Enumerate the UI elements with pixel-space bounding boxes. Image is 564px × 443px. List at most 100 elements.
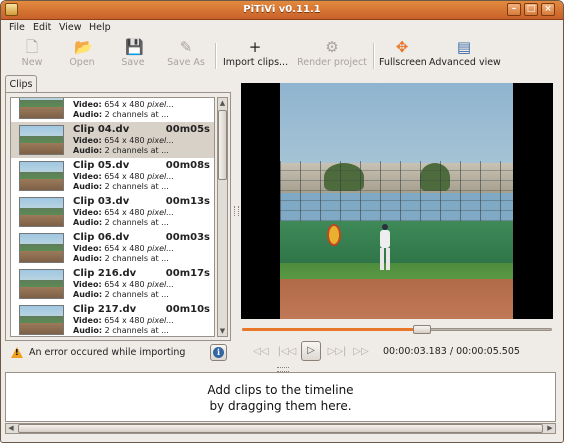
list-item[interactable]: Video: 654 x 480 pixel... Audio: 2 chann… <box>11 98 214 122</box>
video-grass <box>280 263 513 279</box>
save-button[interactable]: 💾 Save <box>117 39 149 71</box>
clip-audio-info: Audio: 2 channels at ... <box>73 146 169 155</box>
render-reel-icon: ⚙ <box>325 38 339 56</box>
clip-video-info: Video: 654 x 480 pixel... <box>73 136 174 145</box>
clip-duration: 00m17s <box>165 268 210 279</box>
seek-progress <box>242 328 422 331</box>
video-wall-sign <box>327 224 341 246</box>
clip-video-info: Video: 654 x 480 pixel... <box>73 208 174 217</box>
timeline-drop-area[interactable]: Add clips to the timeline by dragging th… <box>5 372 556 422</box>
clip-list-scrollbar[interactable]: ▲ ▼ <box>217 97 228 337</box>
clip-library-panel: Video: 654 x 480 pixel... Audio: 2 chann… <box>5 92 231 341</box>
open-button[interactable]: 📂 Open <box>65 39 99 71</box>
clip-video-info: Video: 654 x 480 pixel... <box>73 100 174 109</box>
video-baseball-player <box>378 224 392 270</box>
render-project-button[interactable]: ⚙ Render project <box>297 39 367 71</box>
floppy-disk-icon: 💾 <box>125 38 144 56</box>
toolbar: 🗋 New 📂 Open 💾 Save ✎ Save As + Import c… <box>1 37 563 73</box>
seek-forward-button[interactable]: ▷▷ <box>351 343 371 361</box>
scrollbar-thumb[interactable] <box>218 110 227 180</box>
skip-back-icon: |◁◁ <box>277 346 297 357</box>
list-item[interactable]: Clip 06.dv 00m03s Video: 654 x 480 pixel… <box>11 230 214 266</box>
play-icon: ▷ <box>307 345 315 356</box>
clip-audio-info: Audio: 2 channels at ... <box>73 110 169 119</box>
timeline-scrollbar[interactable]: ◀ ▶ <box>5 423 556 434</box>
clip-audio-info: Audio: 2 channels at ... <box>73 182 169 191</box>
save-as-button[interactable]: ✎ Save As <box>164 39 208 71</box>
clip-thumbnail <box>19 233 64 263</box>
clip-thumbnail <box>19 269 64 299</box>
video-outfield-wall <box>280 221 513 263</box>
title-bar[interactable]: PiTiVi v0.11.1 – □ × <box>1 1 563 20</box>
fullscreen-button[interactable]: ✥ Fullscreen <box>379 39 427 71</box>
timeline-scrollbar-thumb[interactable] <box>18 424 543 433</box>
clip-audio-info: Audio: 2 channels at ... <box>73 218 169 227</box>
scroll-left-icon[interactable]: ◀ <box>6 424 16 433</box>
error-info-button[interactable]: i <box>210 344 227 361</box>
clip-list[interactable]: Video: 654 x 480 pixel... Audio: 2 chann… <box>10 97 215 337</box>
scroll-up-icon[interactable]: ▲ <box>218 98 227 108</box>
clip-name: Clip 217.dv <box>73 304 137 315</box>
video-viewer <box>241 83 553 319</box>
pane-splitter-handle[interactable] <box>234 206 239 216</box>
timecode-display: 00:00:03.183 / 00:00:05.505 <box>383 346 520 357</box>
save-as-icon: ✎ <box>179 38 193 56</box>
toolbar-separator <box>215 43 217 69</box>
previous-frame-button[interactable]: |◁◁ <box>277 343 297 361</box>
clip-video-info: Video: 654 x 480 pixel... <box>73 316 174 325</box>
new-button[interactable]: 🗋 New <box>17 39 47 71</box>
tab-clips[interactable]: Clips <box>5 75 37 93</box>
menu-view[interactable]: View <box>59 22 82 33</box>
seek-handle[interactable] <box>412 325 431 334</box>
menu-help[interactable]: Help <box>89 22 111 33</box>
import-error-bar: ! An error occured while importing i <box>5 343 231 363</box>
list-item[interactable]: Clip 04.dv 00m05s Video: 654 x 480 pixel… <box>11 122 214 158</box>
clip-name: Clip 04.dv <box>73 124 130 135</box>
clip-duration: 00m08s <box>165 160 210 171</box>
scroll-down-icon[interactable]: ▼ <box>218 326 227 336</box>
new-project-icon: 🗋 <box>25 38 39 56</box>
current-position: 00:00:03.183 <box>383 346 447 357</box>
clip-thumbnail <box>19 161 64 191</box>
menu-edit[interactable]: Edit <box>33 22 51 33</box>
video-fence <box>280 161 513 221</box>
advanced-view-button[interactable]: ▤ Advanced view <box>429 38 501 71</box>
video-infield-dirt <box>280 279 513 319</box>
import-clips-button[interactable]: + Import clips... <box>223 38 288 71</box>
transport-controls: ◁◁ |◁◁ ▷ ▷▷| ▷▷ 00:00:03.183 / 00:00:05.… <box>251 341 561 363</box>
pitivi-window: PiTiVi v0.11.1 – □ × File Edit View Help… <box>0 0 564 443</box>
clip-name: Clip 06.dv <box>73 232 130 243</box>
clip-name: Clip 03.dv <box>73 196 130 207</box>
close-button[interactable]: × <box>541 3 555 16</box>
seek-backward-button[interactable]: ◁◁ <box>251 343 271 361</box>
list-item[interactable]: Clip 216.dv 00m17s Video: 654 x 480 pixe… <box>11 266 214 302</box>
seek-slider[interactable] <box>242 325 552 334</box>
toolbar-separator <box>373 43 375 69</box>
clip-audio-info: Audio: 2 channels at ... <box>73 326 169 335</box>
fast-forward-icon: ▷▷ <box>353 346 369 357</box>
clip-thumbnail <box>19 197 64 227</box>
menu-file[interactable]: File <box>9 22 25 33</box>
clip-thumbnail <box>19 125 64 155</box>
timeline-view-icon: ▤ <box>456 38 472 56</box>
next-frame-button[interactable]: ▷▷| <box>327 343 347 361</box>
total-duration: 00:00:05.505 <box>456 346 520 357</box>
clip-audio-info: Audio: 2 channels at ... <box>73 254 169 263</box>
skip-forward-icon: ▷▷| <box>327 346 347 357</box>
list-item[interactable]: Clip 05.dv 00m08s Video: 654 x 480 pixel… <box>11 158 214 194</box>
clip-audio-info: Audio: 2 channels at ... <box>73 290 169 299</box>
clip-thumbnail <box>19 98 64 119</box>
clip-duration: 00m03s <box>165 232 210 243</box>
maximize-button[interactable]: □ <box>524 3 538 16</box>
rewind-icon: ◁◁ <box>253 346 269 357</box>
play-button[interactable]: ▷ <box>301 341 321 361</box>
plus-icon: + <box>248 38 262 56</box>
list-item[interactable]: Clip 217.dv 00m10s Video: 654 x 480 pixe… <box>11 302 214 336</box>
clip-name: Clip 216.dv <box>73 268 137 279</box>
scroll-right-icon[interactable]: ▶ <box>545 424 555 433</box>
clip-video-info: Video: 654 x 480 pixel... <box>73 244 174 253</box>
timeline-hint: Add clips to the timeline by dragging th… <box>207 383 354 413</box>
clip-name: Clip 05.dv <box>73 160 130 171</box>
list-item[interactable]: Clip 03.dv 00m13s Video: 654 x 480 pixel… <box>11 194 214 230</box>
minimize-button[interactable]: – <box>507 3 521 16</box>
